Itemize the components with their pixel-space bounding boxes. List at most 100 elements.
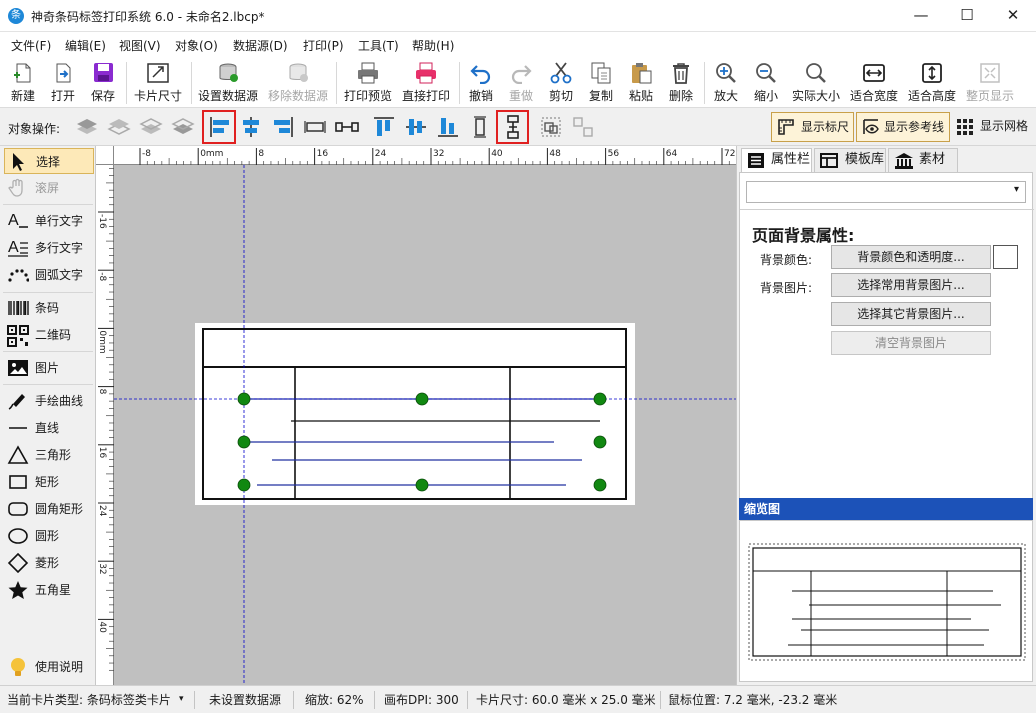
tool-freehand[interactable]: 手绘曲线 (4, 388, 94, 414)
bring-forward-icon[interactable] (106, 114, 132, 140)
other-bg-image-button[interactable]: 选择其它背景图片... (831, 302, 991, 326)
card-size-button[interactable]: 卡片尺寸 (130, 60, 186, 106)
delete-button[interactable]: 删除 (663, 60, 699, 106)
menu-edit[interactable]: 编辑(E) (65, 37, 106, 54)
align-right-icon[interactable] (270, 114, 296, 140)
object-selector-dropdown[interactable]: ▾ (746, 181, 1026, 203)
outer-frame (202, 328, 627, 500)
tool-barcode[interactable]: 条码 (4, 295, 94, 321)
card-type-dropdown-icon[interactable]: ▾ (179, 694, 184, 704)
tool-arc-text-label: 圆弧文字 (35, 268, 84, 282)
horizontal-ruler[interactable]: -8 0mm 8 16 24 32 40 48 56 64 72 (114, 146, 736, 165)
close-button[interactable]: ✕ (990, 0, 1036, 32)
main-toolbar: 新建 打开 保存 卡片尺寸 设置数据源 移除数据源 打印预览 直接打印 撤销 重… (0, 56, 1036, 108)
bg-color-swatch[interactable] (993, 245, 1018, 269)
tool-rect[interactable]: 矩形 (4, 469, 94, 495)
tool-qrcode[interactable]: 二维码 (4, 322, 94, 348)
tab-materials[interactable]: 素材库 (888, 148, 958, 189)
tool-diamond-label: 菱形 (35, 556, 60, 570)
tool-single-text[interactable]: A 单行文字 (4, 208, 94, 234)
menu-object[interactable]: 对象(O) (175, 37, 218, 54)
help-guide-button[interactable]: 使用说明 (4, 654, 94, 680)
vertical-ruler[interactable]: -16 -8 0mm 8 16 24 32 40 (96, 165, 114, 685)
ungroup-icon[interactable] (570, 114, 596, 140)
print-preview-button[interactable]: 打印预览 (340, 60, 396, 106)
zoom-out-button[interactable]: 缩小 (748, 60, 784, 106)
bring-to-front-icon[interactable] (74, 114, 100, 140)
distribute-h-icon[interactable] (334, 114, 360, 140)
undo-button[interactable]: 撤销 (463, 60, 499, 106)
open-button[interactable]: 打开 (44, 60, 82, 106)
thumbnail-panel[interactable] (739, 520, 1033, 682)
menu-tools[interactable]: 工具(T) (358, 37, 399, 54)
cut-button[interactable]: 剪切 (543, 60, 579, 106)
tool-multi-text[interactable]: A 多行文字 (4, 235, 94, 261)
show-ruler-toggle[interactable]: 显示标尺 (771, 112, 854, 142)
paste-button[interactable]: 粘贴 (623, 60, 659, 106)
design-canvas[interactable] (114, 165, 736, 685)
group-icon[interactable] (538, 114, 564, 140)
eye-guides-icon (863, 119, 879, 134)
zoom-in-button[interactable]: 放大 (708, 60, 744, 106)
actual-size-icon (806, 63, 826, 83)
same-height-icon[interactable] (467, 114, 493, 140)
redo-button[interactable]: 重做 (503, 60, 539, 106)
fit-page-button[interactable]: 整页显示 (963, 60, 1017, 106)
set-datasource-button[interactable]: 设置数据源 (195, 60, 261, 106)
tab-properties[interactable]: 属性栏 (741, 148, 812, 172)
menu-print[interactable]: 打印(P) (303, 37, 344, 54)
fit-width-button[interactable]: 适合宽度 (847, 60, 901, 106)
print-preview-icon (358, 62, 378, 84)
new-button[interactable]: 新建 (4, 60, 42, 106)
copy-button[interactable]: 复制 (583, 60, 619, 106)
tool-round-rect[interactable]: 圆角矩形 (4, 496, 94, 522)
selection-handle (593, 478, 607, 492)
tool-line[interactable]: 直线 (4, 415, 94, 441)
tool-star[interactable]: 五角星 (4, 577, 94, 603)
fit-width-icon (863, 64, 885, 82)
card-size-label: 卡片尺寸 (133, 89, 182, 103)
same-width-icon[interactable] (302, 114, 328, 140)
actual-size-label: 实际大小 (791, 89, 840, 103)
open-label: 打开 (50, 89, 75, 103)
selection-handle (593, 392, 607, 406)
tool-image[interactable]: 图片 (4, 355, 94, 381)
remove-datasource-button[interactable]: 移除数据源 (264, 60, 332, 106)
show-grid-toggle[interactable]: 显示网格 (952, 112, 1034, 142)
tool-arc-text[interactable]: 圆弧文字 (4, 262, 94, 288)
save-button[interactable]: 保存 (84, 60, 122, 106)
tool-ellipse[interactable]: 圆形 (4, 523, 94, 549)
database-icon (219, 63, 238, 82)
bg-color-button[interactable]: 背景颜色和透明度... (831, 245, 991, 269)
menu-help[interactable]: 帮助(H) (412, 37, 454, 54)
status-bar: 当前卡片类型: 条码标签类卡片 ▾ 未设置数据源 缩放: 62% 画布DPI: … (0, 685, 1036, 713)
menu-file[interactable]: 文件(F) (11, 37, 51, 54)
minimize-button[interactable]: — (898, 0, 944, 32)
tool-scroll[interactable]: 滚屏 (4, 175, 94, 201)
send-backward-icon[interactable] (138, 114, 164, 140)
align-top-icon[interactable] (371, 114, 397, 140)
align-center-h-icon[interactable] (238, 114, 264, 140)
maximize-button[interactable]: ☐ (944, 0, 990, 32)
align-middle-v-icon[interactable] (403, 114, 429, 140)
send-to-back-icon[interactable] (170, 114, 196, 140)
tool-select[interactable]: 选择 (4, 148, 94, 174)
actual-size-button[interactable]: 实际大小 (789, 60, 843, 106)
direct-print-button[interactable]: 直接打印 (398, 60, 454, 106)
common-bg-image-button[interactable]: 选择常用背景图片... (831, 273, 991, 297)
label-design (114, 165, 736, 685)
show-guides-toggle[interactable]: 显示参考线 (856, 112, 950, 142)
tab-templates[interactable]: 模板库 (814, 148, 886, 172)
menu-datasource[interactable]: 数据源(D) (233, 37, 288, 54)
tool-diamond[interactable]: 菱形 (4, 550, 94, 576)
tool-qrcode-label: 二维码 (35, 328, 72, 342)
align-bottom-icon[interactable] (435, 114, 461, 140)
tool-triangle[interactable]: 三角形 (4, 442, 94, 468)
section-title: 页面背景属性: (752, 226, 855, 245)
print-preview-label: 打印预览 (343, 89, 392, 103)
tool-line-label: 直线 (35, 421, 60, 435)
clear-bg-image-button[interactable]: 清空背景图片 (831, 331, 991, 355)
fit-height-button[interactable]: 适合高度 (905, 60, 959, 106)
menu-view[interactable]: 视图(V) (119, 37, 161, 54)
horizontal-ruler-ticks: -8 0mm 8 16 24 32 40 48 56 64 72 (139, 148, 735, 165)
